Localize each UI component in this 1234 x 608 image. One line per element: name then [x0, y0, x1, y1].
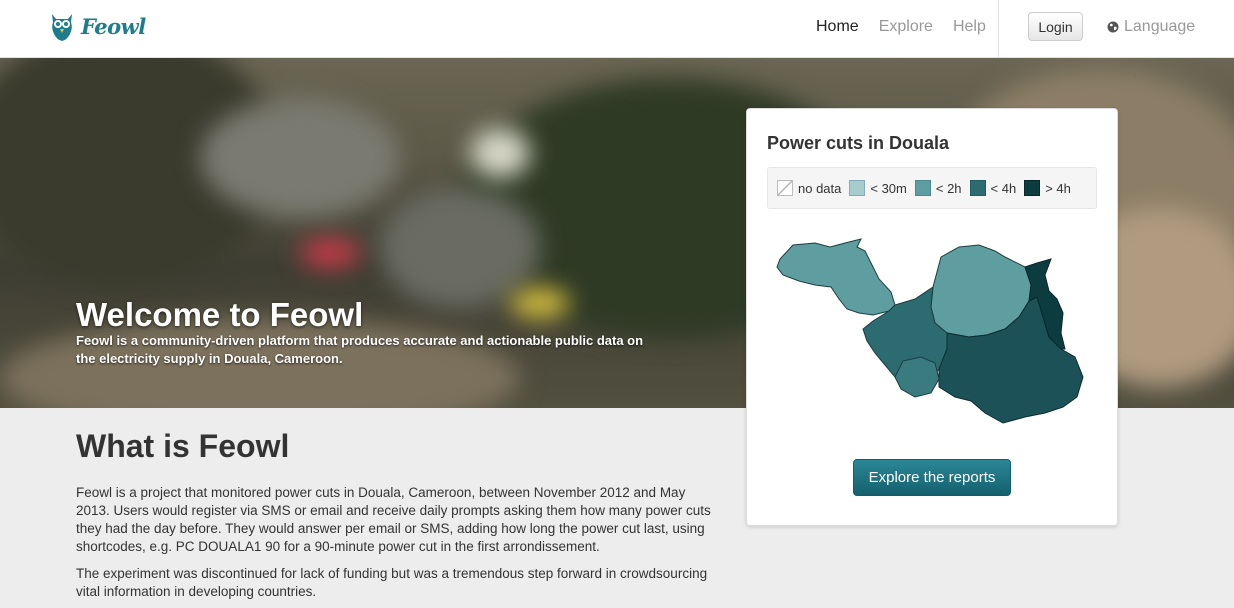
- legend-label: no data: [798, 180, 842, 196]
- legend-label: < 4h: [990, 180, 1017, 196]
- legend-swatch: [777, 180, 793, 196]
- globe-icon: [1107, 21, 1119, 33]
- district-southwest[interactable]: [894, 356, 940, 398]
- legend-swatch: [969, 180, 986, 196]
- nav-help[interactable]: Help: [953, 18, 986, 36]
- legend-item: > 4h: [1024, 180, 1071, 196]
- legend-swatch: [1024, 180, 1041, 196]
- legend-item: < 30m: [849, 180, 907, 196]
- login-button[interactable]: Login: [1028, 12, 1083, 41]
- about-paragraph: Feowl is a project that monitored power …: [76, 485, 711, 554]
- language-selector[interactable]: Language: [1107, 18, 1195, 36]
- nav-divider: [998, 0, 999, 58]
- nav-home[interactable]: Home: [816, 18, 859, 36]
- nav-explore[interactable]: Explore: [879, 18, 933, 36]
- section-title: What is Feowl: [76, 428, 290, 464]
- navbar: Feowl Home Explore Help Login Language: [0, 0, 1234, 58]
- owl-icon: [52, 14, 72, 41]
- explore-reports-button[interactable]: Explore the reports: [853, 459, 1011, 496]
- douala-map[interactable]: [775, 237, 1090, 437]
- brand-logo[interactable]: Feowl: [49, 10, 146, 42]
- brand-name: Feowl: [81, 13, 146, 39]
- legend-label: > 4h: [1045, 180, 1071, 196]
- legend-label: < 30m: [870, 180, 907, 196]
- hero-title: Welcome to Feowl: [76, 296, 364, 333]
- legend-label: < 2h: [935, 180, 962, 196]
- card-title: Power cuts in Douala: [767, 133, 950, 153]
- legend-item: < 2h: [914, 180, 962, 196]
- legend-swatch: [914, 180, 931, 196]
- language-label: Language: [1124, 18, 1196, 35]
- main-nav: Home Explore Help: [816, 18, 1006, 36]
- map-legend: no data < 30m < 2h < 4h > 4h: [767, 167, 1097, 209]
- power-cuts-card: Power cuts in Douala no data < 30m < 2h …: [746, 108, 1118, 526]
- legend-swatch: [849, 180, 866, 196]
- about-paragraph: The experiment was discontinued for lack…: [76, 566, 708, 599]
- hero-subtitle: Feowl is a community-driven platform tha…: [76, 333, 644, 366]
- legend-item: < 4h: [969, 180, 1017, 196]
- district-west[interactable]: [776, 238, 896, 316]
- legend-item: no data: [777, 180, 841, 196]
